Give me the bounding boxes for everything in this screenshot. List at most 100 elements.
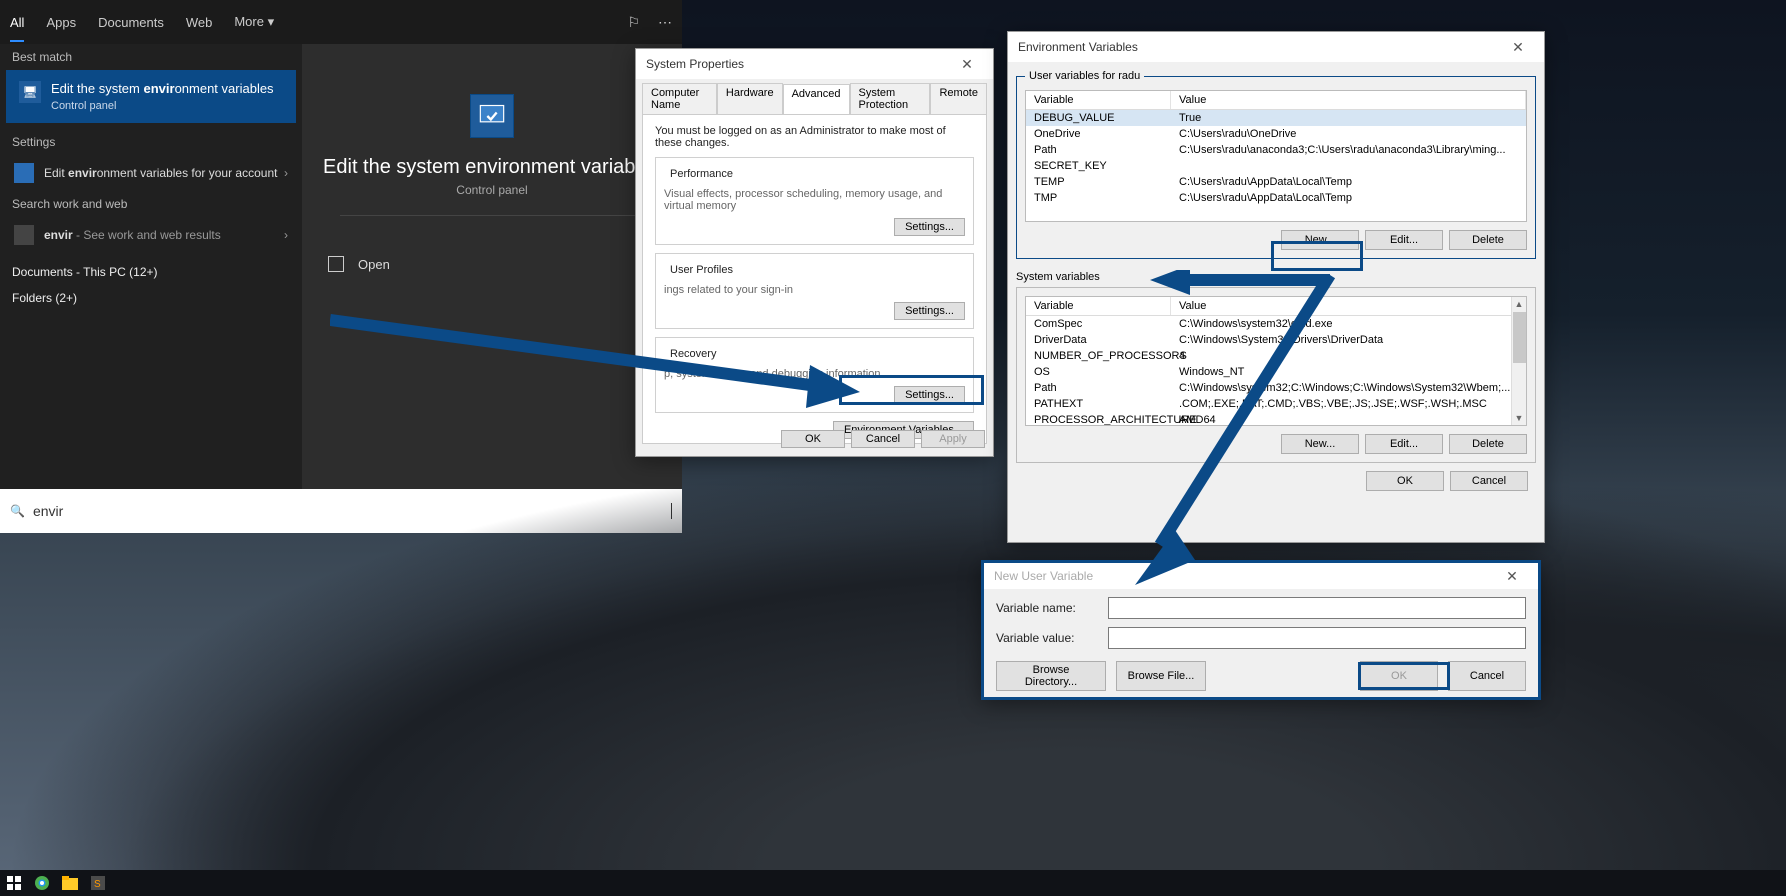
result-web-envir[interactable]: envir - See work and web results › (0, 217, 302, 253)
preview-sub: Control panel (456, 183, 527, 197)
tab-advanced[interactable]: Advanced (783, 84, 850, 115)
user-profiles-group: User Profiles ings related to your sign-… (655, 253, 974, 329)
scroll-up-icon[interactable]: ▲ (1512, 297, 1526, 311)
chevron-right-icon: › (284, 228, 288, 242)
monitor-icon (14, 163, 34, 183)
system-properties-window: System Properties ✕ Computer Name Hardwa… (635, 48, 994, 457)
system-variables-table[interactable]: Variable Value ComSpecC:\Windows\system3… (1025, 296, 1527, 426)
user-profiles-settings-button[interactable]: Settings... (894, 302, 965, 320)
performance-group: Performance Visual effects, processor sc… (655, 157, 974, 245)
admin-note: You must be logged on as an Administrato… (655, 125, 974, 149)
chrome-icon[interactable] (32, 873, 52, 893)
table-row[interactable]: SECRET_KEY (1026, 158, 1526, 174)
startup-recovery-group: Recovery p, system failure, and debuggin… (655, 337, 974, 413)
start-results-list: Best match 🖥 Edit the system environment… (0, 44, 302, 489)
table-row[interactable]: NUMBER_OF_PROCESSORS4 (1026, 348, 1526, 364)
window-title: System Properties (646, 57, 744, 71)
table-row[interactable]: PathC:\Users\radu\anaconda3;C:\Users\rad… (1026, 142, 1526, 158)
user-variables-table[interactable]: Variable Value DEBUG_VALUETrueOneDriveC:… (1025, 90, 1527, 222)
tab-computer-name[interactable]: Computer Name (642, 83, 717, 114)
search-icon: 🔍 (10, 504, 25, 518)
newvar-ok-button[interactable]: OK (1360, 661, 1438, 691)
user-variables-group: User variables for radu Variable Value D… (1016, 70, 1536, 259)
new-user-variable-window: New User Variable ✕ Variable name: Varia… (981, 560, 1541, 700)
system-edit-button[interactable]: Edit... (1365, 434, 1443, 454)
newvar-cancel-button[interactable]: Cancel (1448, 661, 1526, 691)
table-row[interactable]: OneDriveC:\Users\radu\OneDrive (1026, 126, 1526, 142)
variable-name-input[interactable] (1108, 597, 1526, 619)
close-icon[interactable]: ✕ (1498, 39, 1538, 56)
start-tab-all[interactable]: All (10, 15, 24, 42)
browse-file-button[interactable]: Browse File... (1116, 661, 1206, 691)
system-delete-button[interactable]: Delete (1449, 434, 1527, 454)
user-new-button[interactable]: New... (1281, 230, 1359, 250)
search-input[interactable] (33, 503, 663, 519)
col-header-variable[interactable]: Variable (1026, 91, 1171, 109)
system-variables-title: System variables (1016, 271, 1536, 283)
file-explorer-icon[interactable] (60, 873, 80, 893)
performance-desc: Visual effects, processor scheduling, me… (664, 188, 965, 212)
close-icon[interactable]: ✕ (947, 56, 987, 73)
table-row[interactable]: OSWindows_NT (1026, 364, 1526, 380)
chevron-right-icon: › (284, 166, 288, 180)
envvar-cancel-button[interactable]: Cancel (1450, 471, 1528, 491)
environment-variables-window: Environment Variables ✕ User variables f… (1007, 31, 1545, 543)
table-row[interactable]: DEBUG_VALUETrue (1026, 110, 1526, 126)
startup-recovery-desc: p, system failure, and debugging informa… (664, 368, 965, 380)
envvar-ok-button[interactable]: OK (1366, 471, 1444, 491)
scroll-down-icon[interactable]: ▼ (1512, 411, 1526, 425)
user-profiles-desc: ings related to your sign-in (664, 284, 965, 296)
search-icon (14, 225, 34, 245)
start-tab-web[interactable]: Web (186, 15, 213, 30)
user-delete-button[interactable]: Delete (1449, 230, 1527, 250)
tab-hardware[interactable]: Hardware (717, 83, 783, 114)
taskbar: S (0, 870, 1786, 896)
variable-value-label: Variable value: (996, 631, 1096, 645)
user-profiles-title: User Profiles (666, 264, 737, 276)
system-new-button[interactable]: New... (1281, 434, 1359, 454)
performance-title: Performance (666, 168, 737, 180)
table-row[interactable]: PATHEXT.COM;.EXE;.BAT;.CMD;.VBS;.VBE;.JS… (1026, 396, 1526, 412)
table-row[interactable]: DriverDataC:\Windows\System32\Drivers\Dr… (1026, 332, 1526, 348)
startup-recovery-settings-button[interactable]: Settings... (894, 386, 965, 404)
folders-label[interactable]: Folders (2+) (0, 285, 302, 311)
action-open[interactable]: Open (302, 246, 682, 282)
result-edit-system-env[interactable]: 🖥 Edit the system environment variables … (6, 70, 296, 123)
result-edit-user-env[interactable]: Edit environment variables for your acco… (0, 155, 302, 191)
browse-directory-button[interactable]: Browse Directory... (996, 661, 1106, 691)
sysprop-ok-button[interactable]: OK (781, 430, 845, 448)
start-tab-more[interactable]: More ▾ (234, 14, 274, 30)
table-row[interactable]: TEMPC:\Users\radu\AppData\Local\Temp (1026, 174, 1526, 190)
sysprop-advanced-body: You must be logged on as an Administrato… (642, 114, 987, 444)
tab-remote[interactable]: Remote (930, 83, 987, 114)
table-row[interactable]: PROCESSOR_ARCHITECTUREAMD64 (1026, 412, 1526, 426)
sysprop-apply-button[interactable]: Apply (921, 430, 985, 448)
start-tab-apps[interactable]: Apps (46, 15, 76, 30)
start-tab-documents[interactable]: Documents (98, 15, 164, 30)
col-header-variable[interactable]: Variable (1026, 297, 1171, 315)
more-icon[interactable]: ⋯ (658, 14, 672, 31)
sublime-icon[interactable]: S (88, 873, 108, 893)
start-search-box[interactable]: 🔍 (0, 489, 682, 533)
col-header-value[interactable]: Value (1171, 91, 1526, 109)
search-web-label: Search work and web (0, 191, 302, 217)
documents-label[interactable]: Documents - This PC (12+) (0, 253, 302, 285)
feedback-icon[interactable]: ⚐ (627, 14, 640, 31)
user-edit-button[interactable]: Edit... (1365, 230, 1443, 250)
tab-system-protection[interactable]: System Protection (850, 83, 931, 114)
scrollbar[interactable]: ▲ ▼ (1511, 297, 1526, 425)
monitor-icon: 🖥 (19, 81, 41, 103)
open-icon (328, 256, 344, 272)
start-button[interactable] (4, 873, 24, 893)
table-row[interactable]: TMPC:\Users\radu\AppData\Local\Temp (1026, 190, 1526, 206)
col-header-value[interactable]: Value (1171, 297, 1526, 315)
performance-settings-button[interactable]: Settings... (894, 218, 965, 236)
svg-text:S: S (94, 879, 101, 890)
start-top-tabs: All Apps Documents Web More ▾ ⚐ ⋯ (0, 0, 682, 44)
table-row[interactable]: ComSpecC:\Windows\system32\cmd.exe (1026, 316, 1526, 332)
table-row[interactable]: PathC:\Windows\system32;C:\Windows;C:\Wi… (1026, 380, 1526, 396)
system-variables-group: Variable Value ComSpecC:\Windows\system3… (1016, 287, 1536, 463)
variable-value-input[interactable] (1108, 627, 1526, 649)
close-icon[interactable]: ✕ (1492, 568, 1532, 585)
sysprop-cancel-button[interactable]: Cancel (851, 430, 915, 448)
